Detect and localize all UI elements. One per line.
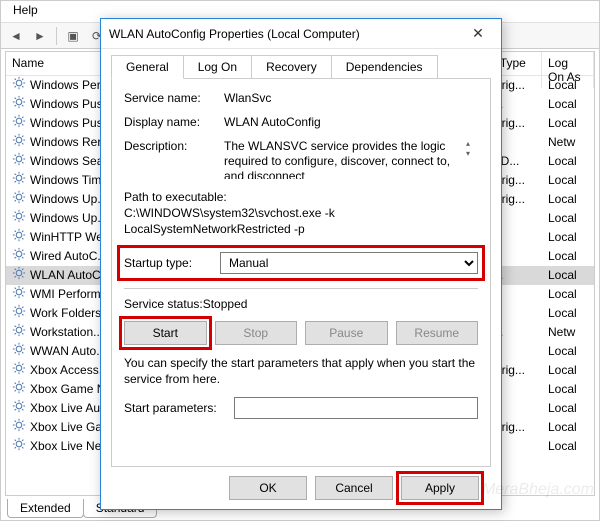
service-logon: Local [542, 114, 594, 133]
dialog-footer: OK Cancel Apply [111, 467, 491, 509]
gear-icon [12, 323, 26, 342]
service-control-buttons: Start Stop Pause Resume [124, 321, 478, 345]
service-name: Windows Up... [30, 190, 107, 209]
label-path: Path to executable: [124, 189, 478, 205]
label-start-params: Start parameters: [124, 401, 234, 415]
service-logon: Local [542, 152, 594, 171]
menu-help[interactable]: Help [7, 1, 44, 19]
service-name: Work Folders... [30, 304, 111, 323]
gear-icon [12, 76, 26, 95]
gear-icon [12, 266, 26, 285]
start-params-note: You can specify the start parameters tha… [124, 355, 478, 387]
ok-button[interactable]: OK [229, 476, 307, 500]
titlebar[interactable]: WLAN AutoConfig Properties (Local Comput… [101, 19, 501, 49]
startup-type-select[interactable]: Manual [220, 252, 478, 274]
gear-icon [12, 228, 26, 247]
tab-panel-general: Service name: WlanSvc Display name: WLAN… [111, 78, 491, 467]
label-description: Description: [124, 139, 224, 153]
cancel-button[interactable]: Cancel [315, 476, 393, 500]
label-display-name: Display name: [124, 115, 224, 129]
gear-icon [12, 418, 26, 437]
service-logon: Local [542, 399, 594, 418]
service-logon: Netw [542, 133, 594, 152]
value-display-name: WLAN AutoConfig [224, 115, 321, 129]
startup-type-row: Startup type: Manual [120, 248, 482, 278]
service-logon: Local [542, 247, 594, 266]
tab-recovery[interactable]: Recovery [251, 55, 332, 79]
description-text: The WLANSVC service provides the logic r… [224, 139, 450, 179]
apply-button[interactable]: Apply [401, 476, 479, 500]
forward-icon[interactable]: ► [29, 25, 51, 47]
description-scrollbar[interactable]: ▴▾ [466, 139, 478, 179]
service-logon: Local [542, 171, 594, 190]
gear-icon [12, 133, 26, 152]
resume-button: Resume [396, 321, 479, 345]
close-button[interactable]: ✕ [463, 20, 493, 48]
service-name: WMI Perform... [30, 285, 111, 304]
service-logon: Local [542, 361, 594, 380]
separator [56, 27, 57, 45]
tab-strip: General Log On Recovery Dependencies [111, 55, 491, 79]
gear-icon [12, 380, 26, 399]
service-logon: Local [542, 190, 594, 209]
show-hide-icon[interactable]: ▣ [62, 25, 84, 47]
service-logon: Local [542, 437, 594, 456]
service-name: WLAN AutoC... [30, 266, 111, 285]
service-name: Windows Per... [30, 76, 110, 95]
service-logon: Local [542, 380, 594, 399]
service-logon: Local [542, 285, 594, 304]
start-params-input[interactable] [234, 397, 478, 419]
service-name: Workstation... [30, 323, 103, 342]
label-startup-type: Startup type: [124, 256, 220, 270]
service-logon: Local [542, 76, 594, 95]
label-service-name: Service name: [124, 91, 224, 105]
service-name: Xbox Access... [30, 361, 109, 380]
service-name: Windows Up... [30, 209, 107, 228]
service-logon: Local [542, 95, 594, 114]
gear-icon [12, 209, 26, 228]
service-name: Windows Rer... [30, 133, 111, 152]
value-description: The WLANSVC service provides the logic r… [224, 139, 478, 179]
dialog-title: WLAN AutoConfig Properties (Local Comput… [109, 27, 463, 41]
gear-icon [12, 114, 26, 133]
service-logon: Local [542, 228, 594, 247]
gear-icon [12, 152, 26, 171]
gear-icon [12, 399, 26, 418]
gear-icon [12, 247, 26, 266]
properties-dialog: WLAN AutoConfig Properties (Local Comput… [100, 18, 502, 510]
value-service-name: WlanSvc [224, 91, 271, 105]
service-logon: Local [542, 342, 594, 361]
gear-icon [12, 304, 26, 323]
tab-general[interactable]: General [111, 55, 184, 79]
value-service-status: Stopped [203, 297, 248, 311]
dialog-body: General Log On Recovery Dependencies Ser… [101, 49, 501, 509]
gear-icon [12, 437, 26, 456]
gear-icon [12, 361, 26, 380]
back-icon[interactable]: ◄ [5, 25, 27, 47]
service-name: Xbox Live Au... [30, 399, 110, 418]
value-path: C:\WINDOWS\system32\svchost.exe -k Local… [124, 205, 478, 237]
stop-button: Stop [215, 321, 298, 345]
gear-icon [12, 171, 26, 190]
service-logon: Local [542, 418, 594, 437]
gear-icon [12, 285, 26, 304]
service-name: WWAN Auto... [30, 342, 106, 361]
service-name: Wired AutoC... [30, 247, 107, 266]
tab-dependencies[interactable]: Dependencies [331, 55, 438, 79]
label-service-status: Service status: [124, 297, 203, 311]
service-logon: Local [542, 209, 594, 228]
gear-icon [12, 190, 26, 209]
service-logon: Netw [542, 323, 594, 342]
divider [124, 288, 478, 289]
tab-logon[interactable]: Log On [183, 55, 252, 79]
tab-extended[interactable]: Extended [7, 499, 84, 518]
pause-button: Pause [305, 321, 388, 345]
gear-icon [12, 95, 26, 114]
gear-icon [12, 342, 26, 361]
service-logon: Local [542, 304, 594, 323]
start-button[interactable]: Start [124, 321, 207, 345]
service-logon: Local [542, 266, 594, 285]
